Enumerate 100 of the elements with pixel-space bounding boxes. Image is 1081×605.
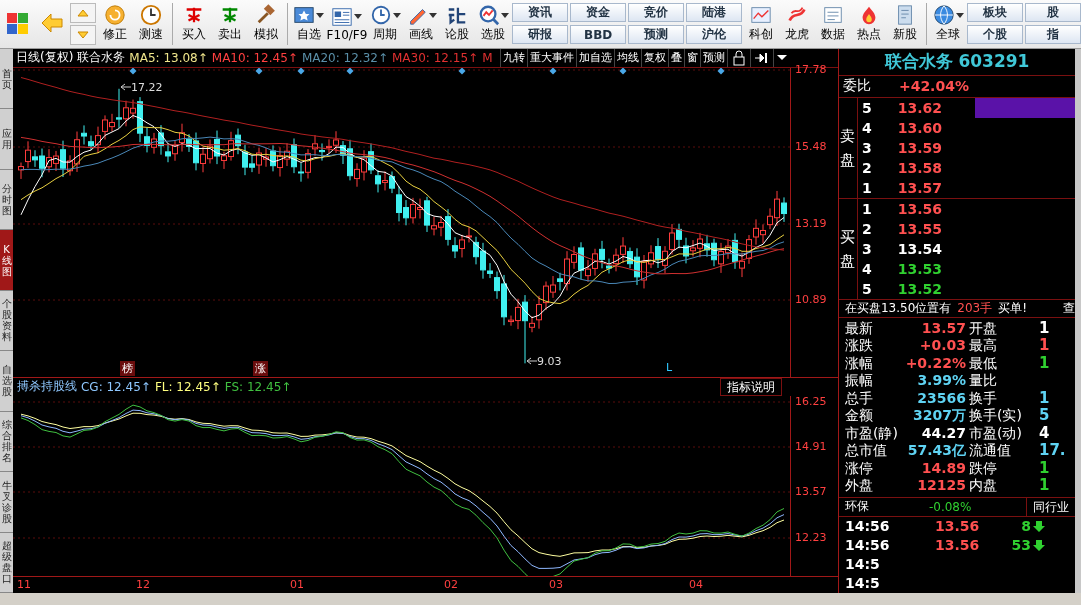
ma-value: MA30: 12.15↑ — [392, 50, 479, 65]
stat-value: +0.03 — [918, 337, 967, 355]
view-link[interactable]: 查 — [1063, 299, 1076, 317]
toolbar-button[interactable]: 资讯 — [512, 3, 569, 23]
diamond-marker-icon — [346, 67, 354, 75]
buy-side-label: 买盘 — [840, 226, 856, 272]
stat-label: 涨跌 — [844, 337, 874, 355]
level-number: 4 — [860, 119, 873, 136]
side-tab[interactable]: 牛叉诊股 — [0, 472, 13, 533]
indicator-value: FL: 12.45↑ — [154, 379, 221, 394]
toolbar-button[interactable]: 指 — [1025, 25, 1081, 45]
stat-value: 1 — [1038, 477, 1051, 495]
ma-value: MA5: 13.08↑ — [129, 50, 208, 65]
toolbar-button[interactable]: 个股 — [967, 25, 1023, 45]
stock-title: 联合水务 603291 — [838, 48, 1076, 76]
left-arrow-icon — [120, 82, 131, 91]
stat-label: 量比 — [968, 372, 998, 390]
order-price: 13.53 — [896, 260, 942, 277]
toolbar-button[interactable]: 数据 — [816, 1, 851, 46]
indicator-axis-label: 12.23 — [794, 530, 827, 544]
order-price: 13.52 — [896, 280, 942, 297]
stat-label: 外盘 — [844, 477, 874, 495]
ma-value: MA10: 12.45↑ — [211, 50, 298, 65]
dropdown-caret-icon — [776, 55, 787, 61]
indicator-value: FS: 12.45↑ — [224, 379, 292, 394]
toolbar-button[interactable]: 模拟 — [248, 1, 283, 46]
toolbar-button[interactable]: 资金 — [570, 3, 627, 23]
lock-icon — [730, 49, 747, 66]
toolbar-button[interactable]: 龙虎 — [780, 1, 815, 46]
stat-value: 14.89 — [920, 459, 967, 478]
toolbar-button[interactable]: 自选 — [291, 1, 326, 46]
side-tab[interactable]: 个股资料 — [0, 290, 13, 352]
toolbar-button[interactable]: 论股 — [440, 1, 475, 46]
stat-label: 换手(实) — [968, 407, 1023, 425]
side-tab[interactable]: 应用 — [0, 109, 13, 170]
stat-label: 涨停 — [844, 459, 874, 478]
toolbar-button[interactable]: 卖出 — [212, 1, 247, 46]
date-axis-label: 02 — [443, 577, 458, 591]
level-number: 5 — [860, 99, 873, 116]
side-tab[interactable]: K线图 — [0, 230, 13, 291]
toolbar-button[interactable]: 沪伦 — [686, 25, 743, 45]
stat-label: 涨幅 — [844, 354, 874, 373]
stat-value: 23566 — [916, 389, 967, 408]
toolbar-button[interactable]: 修正 — [98, 1, 133, 46]
stat-value: 1 — [1038, 337, 1051, 355]
stat-value: 1 — [1038, 354, 1051, 373]
toolbar-button[interactable]: 研报 — [512, 25, 569, 45]
order-price: 13.55 — [896, 220, 942, 237]
side-tab[interactable]: 分时图 — [0, 169, 13, 231]
toolbar-button[interactable]: BBD — [570, 25, 627, 45]
stat-label: 市盈(动) — [968, 424, 1023, 443]
stat-label: 换手 — [968, 389, 998, 408]
date-axis-label: 04 — [688, 577, 703, 591]
price-axis-label: 17.78 — [794, 62, 827, 76]
event-marker: L — [665, 360, 673, 374]
stat-label: 流通值 — [968, 442, 1012, 460]
price-axis-label: 13.19 — [794, 216, 827, 230]
side-tab[interactable]: 超级盘口 — [0, 532, 13, 593]
trade-time: 14:56 — [844, 537, 891, 554]
stat-label: 金额 — [844, 407, 874, 425]
trade-price: 13.56 — [934, 537, 981, 554]
stat-value: 4 — [1038, 424, 1051, 443]
diamond-marker-icon — [255, 67, 263, 75]
toolbar-button[interactable]: 板块 — [967, 3, 1023, 23]
toolbar-button[interactable]: 预测 — [628, 25, 685, 45]
toolbar-button[interactable]: 新股 — [888, 1, 923, 46]
toolbar-button[interactable]: 科创 — [744, 1, 779, 46]
document-icon — [331, 5, 354, 28]
level-number: 4 — [860, 260, 873, 277]
toolbar-button[interactable]: 画线 — [404, 1, 439, 46]
window-grid-icon — [5, 10, 31, 37]
indicator-axis-label: 16.25 — [794, 394, 827, 408]
toolbar-button[interactable]: 热点 — [852, 1, 887, 46]
side-tab[interactable]: 综合排名 — [0, 411, 13, 473]
diamond-marker-icon — [297, 67, 305, 75]
toolbar-button[interactable]: 测速 — [134, 1, 169, 46]
order-notice-text: 买单! — [998, 299, 1028, 317]
toolbar-button[interactable]: F10/F9 — [327, 1, 367, 46]
toolbar-button[interactable]: 买入 — [176, 1, 211, 46]
toolbar-button[interactable]: 陆港 — [686, 3, 743, 23]
toolbar-button[interactable]: 竞价 — [628, 3, 685, 23]
toolbar-button[interactable]: 股 — [1025, 3, 1081, 23]
side-tab[interactable]: 自选股 — [0, 351, 13, 412]
sector-name: 环保 — [844, 498, 869, 516]
high-price-label: 17.22 — [120, 80, 163, 94]
search-chart-icon — [477, 4, 500, 27]
toolbar-button[interactable]: 周期 — [368, 1, 403, 46]
stat-label: 总手 — [844, 389, 874, 408]
indicator-axis-label: 13.57 — [794, 484, 827, 498]
order-price: 13.54 — [896, 240, 942, 257]
low-price-label: 9.03 — [526, 355, 562, 369]
level-number: 1 — [860, 179, 873, 196]
indicator-help-button[interactable]: 指标说明 — [719, 377, 782, 396]
toolbar-button[interactable]: 全球 — [931, 1, 965, 46]
toolbar-button[interactable]: 选股 — [476, 1, 511, 46]
sell-side-label: 卖盘 — [840, 125, 856, 171]
diamond-marker-icon — [129, 67, 137, 75]
globe-icon — [932, 4, 955, 27]
side-tab[interactable]: 首页 — [0, 48, 13, 110]
stat-label: 市盈(静) — [844, 424, 897, 443]
